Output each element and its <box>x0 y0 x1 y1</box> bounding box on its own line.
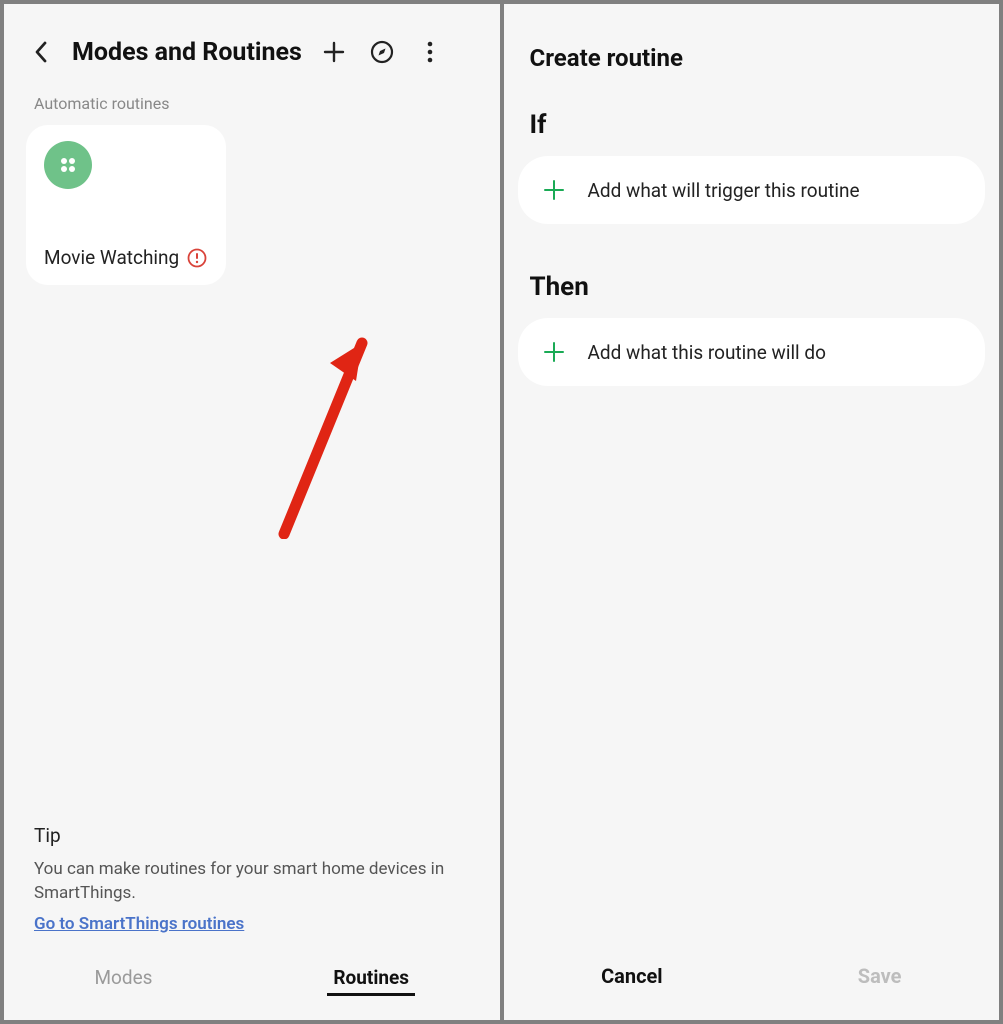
compass-icon[interactable] <box>366 36 398 68</box>
right-footer: Cancel Save <box>504 938 1000 1020</box>
then-label: Then <box>504 254 1000 318</box>
smartthings-routines-link[interactable]: Go to SmartThings routines <box>34 914 244 934</box>
if-label: If <box>504 92 1000 156</box>
plus-icon <box>542 178 566 202</box>
routine-card[interactable]: Movie Watching <box>26 125 226 285</box>
page-title: Modes and Routines <box>72 38 302 67</box>
add-trigger-button[interactable]: Add what will trigger this routine <box>518 156 986 224</box>
bottom-tabs: Modes Routines <box>4 944 500 1020</box>
routines-screen: Modes and Routines Automatic routines <box>4 4 500 1020</box>
add-trigger-label: Add what will trigger this routine <box>588 179 860 202</box>
automatic-routines-label: Automatic routines <box>4 88 500 125</box>
routine-name: Movie Watching <box>44 246 179 269</box>
add-routine-button[interactable] <box>318 36 350 68</box>
tip-text: You can make routines for your smart hom… <box>34 857 470 906</box>
tip-heading: Tip <box>34 824 470 847</box>
annotation-arrow <box>264 329 384 539</box>
create-routine-title: Create routine <box>530 44 970 72</box>
tab-modes[interactable]: Modes <box>88 962 158 996</box>
smartthings-icon <box>44 141 92 189</box>
tab-routines[interactable]: Routines <box>327 962 415 996</box>
back-button[interactable] <box>28 38 56 66</box>
save-button[interactable]: Save <box>838 960 922 992</box>
right-header: Create routine <box>504 4 1000 92</box>
add-action-label: Add what this routine will do <box>588 341 826 364</box>
tip-block: Tip You can make routines for your smart… <box>4 824 500 944</box>
left-body <box>4 285 500 824</box>
warning-icon <box>187 248 207 268</box>
create-routine-screen: Create routine If Add what will trigger … <box>504 4 1000 1020</box>
header: Modes and Routines <box>4 4 500 88</box>
more-menu-icon[interactable] <box>414 36 446 68</box>
routines-grid: Movie Watching <box>4 125 500 285</box>
plus-icon <box>542 340 566 364</box>
cancel-button[interactable]: Cancel <box>581 960 683 992</box>
add-action-button[interactable]: Add what this routine will do <box>518 318 986 386</box>
